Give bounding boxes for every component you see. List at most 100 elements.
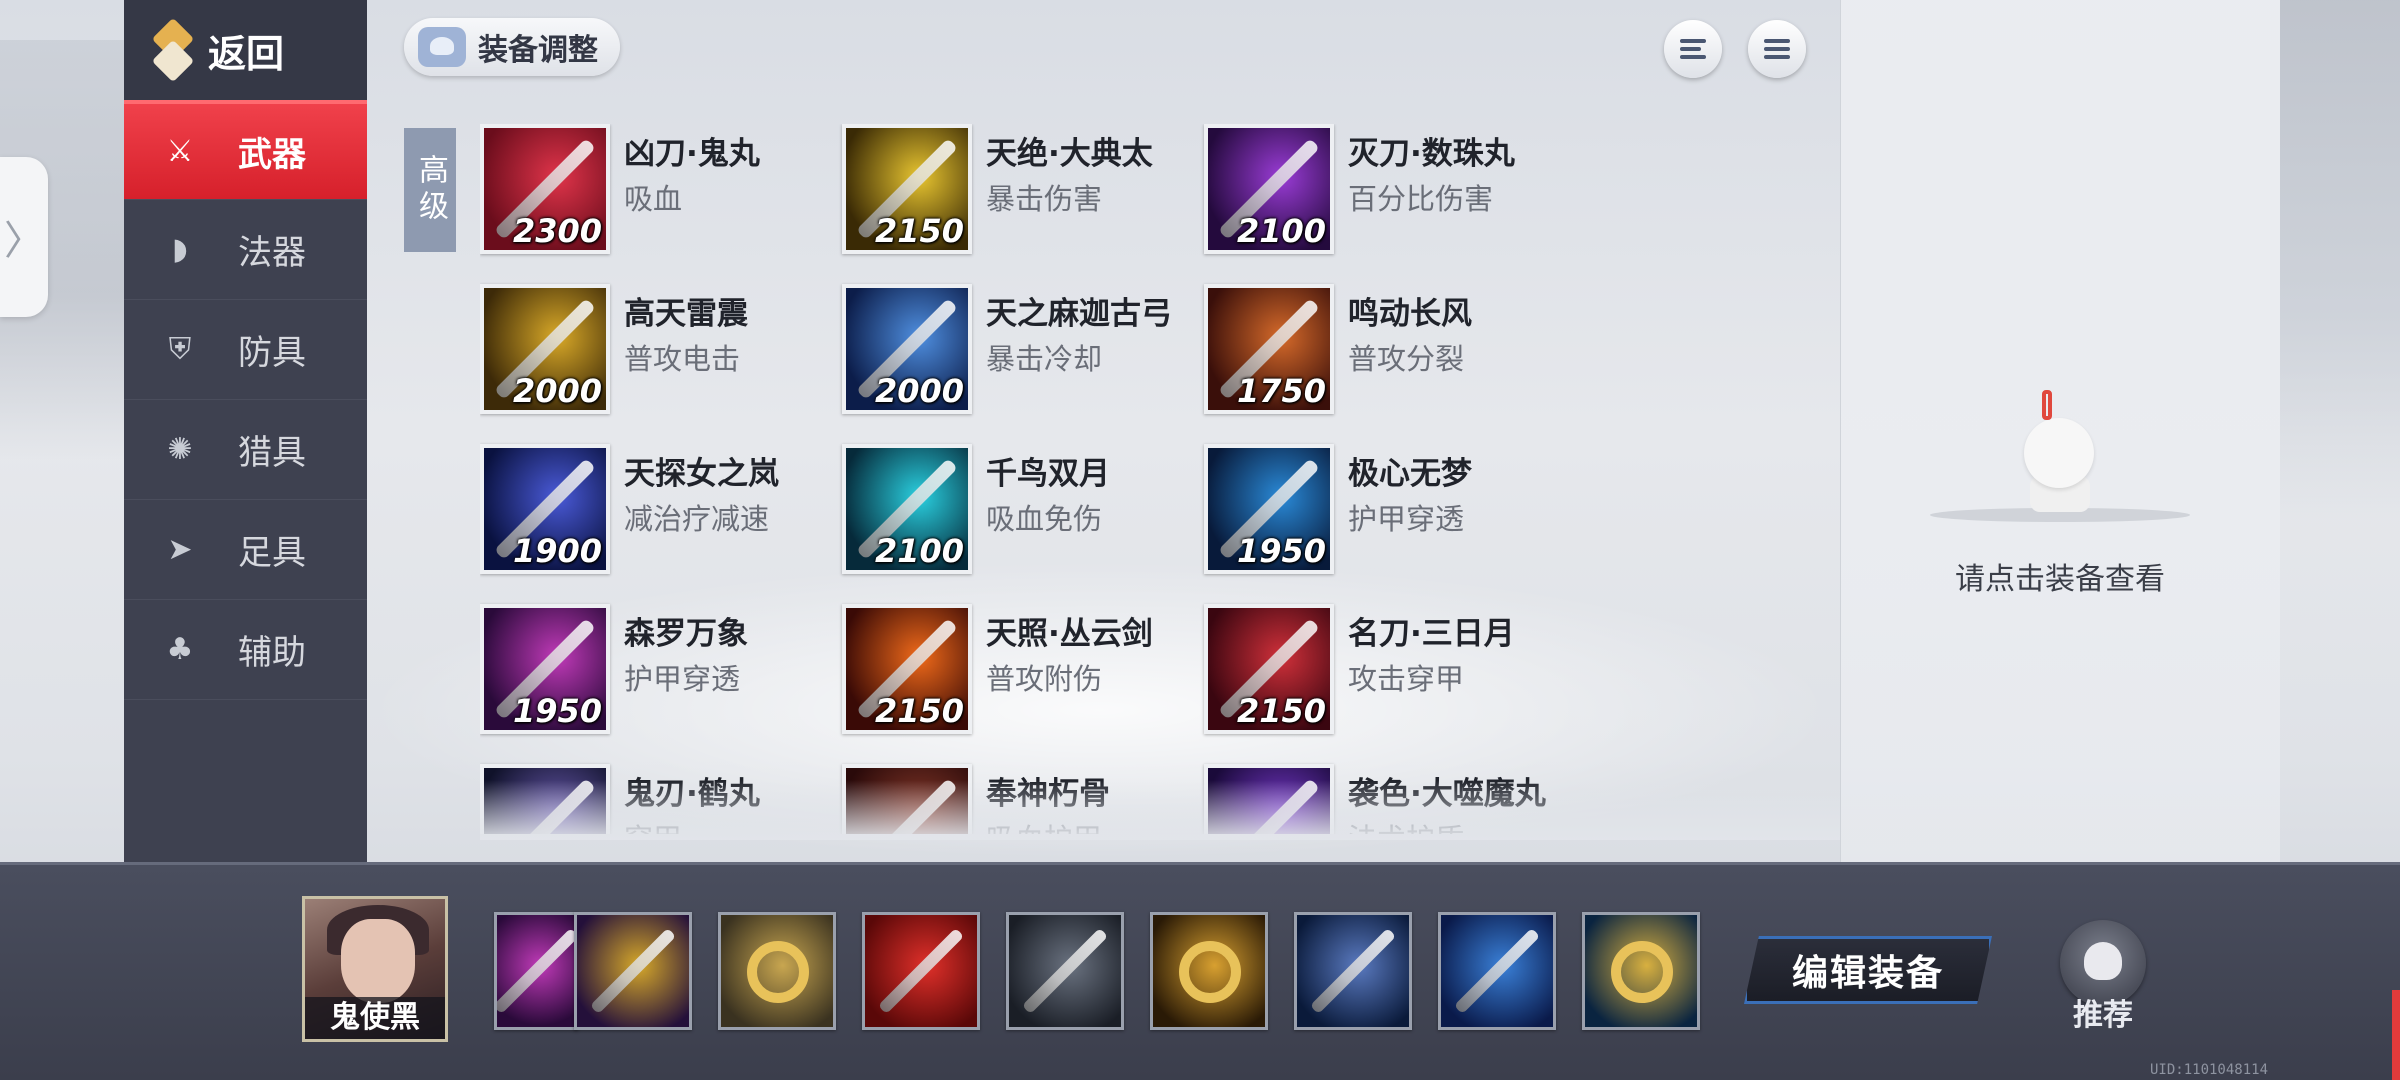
clover-icon: ♣	[166, 632, 194, 667]
sidebar-item-hunting[interactable]: ✺ 猎具	[124, 400, 367, 500]
equipment-icon: 2150	[1204, 604, 1334, 734]
equipment-icon: 2000	[842, 284, 972, 414]
uid-text: UID:1101048114	[2150, 1062, 2269, 1078]
equipment-icon: 1950	[480, 604, 610, 734]
equipment-icon: 1950	[1204, 444, 1334, 574]
equipment-effect: 普攻电击	[624, 342, 741, 376]
armor-icon[interactable]	[1294, 912, 1412, 1030]
hero-name: 鬼使黑	[305, 997, 445, 1039]
side-drawer-handle[interactable]: 〉	[0, 157, 48, 317]
equipment-item[interactable]: 1900 天探女之岚减治疗减速	[480, 444, 830, 574]
equipment-effect: 攻击穿甲	[1348, 662, 1465, 696]
equipment-name: 凶刀·鬼丸	[624, 136, 760, 172]
equipment-name: 天探女之岚	[624, 456, 779, 492]
category-sidebar: 返回 ⚔ 武器 ◗ 法器 ⛨ 防具 ✺ 猎具 ➤ 足具 ♣ 辅助	[124, 0, 367, 862]
hero-portrait[interactable]: 鬼使黑	[302, 896, 448, 1042]
gold-ring-icon[interactable]	[1150, 912, 1268, 1030]
sidebar-item-label: 辅助	[238, 633, 306, 673]
equipment-effect: 暴击冷却	[986, 342, 1103, 376]
background-building-right	[2280, 0, 2400, 520]
equipment-effect: 减治疗减速	[624, 502, 770, 536]
oni-mask-icon[interactable]	[862, 912, 980, 1030]
ring-icon[interactable]	[718, 912, 836, 1030]
equipment-name: 高天雷震	[624, 296, 748, 332]
edit-equipment-button[interactable]: 编辑装备	[1744, 936, 1992, 1004]
equipment-icon: 2150	[842, 124, 972, 254]
bow-icon[interactable]	[1438, 912, 1556, 1030]
sidebar-item-label: 武器	[238, 135, 306, 175]
equipment-item[interactable]: 2300 凶刀·鬼丸吸血	[480, 124, 830, 254]
sidebar-item-magic[interactable]: ◗ 法器	[124, 200, 367, 300]
equipment-name: 灭刀·数珠丸	[1348, 136, 1515, 172]
equipment-adjust-button[interactable]: 装备调整	[404, 18, 620, 76]
equipment-price: 2150	[874, 692, 964, 730]
equipment-effect: 百分比伤害	[1348, 182, 1494, 216]
equipment-item[interactable]: 2100 千鸟双月吸血免伤	[842, 444, 1192, 574]
sidebar-item-label: 足具	[238, 533, 306, 573]
fan-icon: ◗	[172, 232, 188, 267]
equipment-effect: 吸血免伤	[986, 502, 1103, 536]
equipment-icon: 1900	[480, 444, 610, 574]
sidebar-item-armor[interactable]: ⛨ 防具	[124, 300, 367, 400]
equipment-icon: 2150	[842, 604, 972, 734]
recommend-label[interactable]: 推荐	[2060, 990, 2146, 1034]
list-view-button[interactable]	[1664, 20, 1722, 78]
equipment-price: 1950	[1236, 532, 1326, 570]
shield-icon: ⛨	[168, 332, 192, 367]
equipment-item[interactable]: 2150 天绝·大典太 暴击伤害	[842, 124, 1192, 254]
back-label: 返回	[208, 31, 285, 76]
equipment-name: 鸣动长风	[1348, 296, 1472, 332]
tier-tag: 高级	[404, 128, 456, 252]
equipment-name: 千鸟双月	[986, 456, 1110, 492]
equipment-effect: 普攻分裂	[1348, 342, 1465, 376]
back-diamond-icon	[150, 20, 196, 80]
grid-fade	[480, 780, 1840, 840]
equipment-item[interactable]: 2000 天之麻迦古弓 暴击冷却	[842, 284, 1192, 414]
equipment-name: 名刀·三日月	[1348, 616, 1515, 652]
chevron-right-icon: 〉	[4, 218, 44, 264]
equipment-effect: 吸血	[624, 182, 683, 216]
katana-icon[interactable]	[574, 912, 692, 1030]
menu-icon	[1764, 35, 1790, 63]
sidebar-item-weapons[interactable]: ⚔ 武器	[124, 100, 367, 200]
sidebar-item-support[interactable]: ♣ 辅助	[124, 600, 367, 700]
equipment-price: 2150	[874, 212, 964, 250]
equipment-item[interactable]: 2100 灭刀·数珠丸 百分比伤害	[1204, 124, 1554, 254]
equipment-effect: 护甲穿透	[1348, 502, 1465, 536]
equipment-price: 2100	[874, 532, 964, 570]
equipment-name: 极心无梦	[1348, 456, 1472, 492]
equipment-item[interactable]: 1950 极心无梦护甲穿透	[1204, 444, 1554, 574]
equipment-icon: 2100	[1204, 124, 1334, 254]
equipment-item[interactable]: 2000 高天雷震普攻电击	[480, 284, 830, 414]
equipment-item[interactable]: 1750 鸣动长风普攻分裂	[1204, 284, 1554, 414]
red-edge-marker	[2392, 990, 2400, 1080]
equipment-name: 天照·丛云剑	[986, 616, 1153, 652]
menu-button[interactable]	[1748, 20, 1806, 78]
equipment-item[interactable]: 1950 森罗万象 护甲穿透	[480, 604, 830, 734]
equipment-adjust-label: 装备调整	[478, 33, 598, 68]
equipment-name: 天绝·大典太	[986, 136, 1153, 172]
equipment-price: 2000	[512, 372, 602, 410]
equipment-effect: 普攻附伤	[986, 662, 1103, 696]
equipment-price: 2150	[1236, 692, 1326, 730]
equipment-icon: 1750	[1204, 284, 1334, 414]
equipment-price: 1950	[512, 692, 602, 730]
amulet-icon[interactable]	[1582, 912, 1700, 1030]
sidebar-item-boots[interactable]: ➤ 足具	[124, 500, 367, 600]
equipment-price: 2000	[874, 372, 964, 410]
equipment-price: 2300	[512, 212, 602, 250]
equipment-item[interactable]: 2150 名刀·三日月 攻击穿甲	[1204, 604, 1554, 734]
scythe-icon[interactable]	[494, 912, 578, 1030]
octopus-icon: ✺	[167, 432, 193, 467]
sidebar-item-label: 猎具	[238, 433, 306, 473]
equipment-icon: 2300	[480, 124, 610, 254]
equipment-name: 森罗万象	[624, 616, 748, 652]
back-button[interactable]: 返回	[124, 0, 367, 100]
boot-icon: ➤	[167, 532, 193, 567]
equipment-effect: 暴击伤害	[986, 182, 1103, 216]
equipment-name: 天之麻迦古弓	[986, 296, 1172, 332]
mascot-illustration	[1930, 390, 2190, 530]
dagger-icon[interactable]	[1006, 912, 1124, 1030]
equipment-icon: 2100	[842, 444, 972, 574]
equipment-item[interactable]: 2150 天照·丛云剑 普攻附伤	[842, 604, 1192, 734]
